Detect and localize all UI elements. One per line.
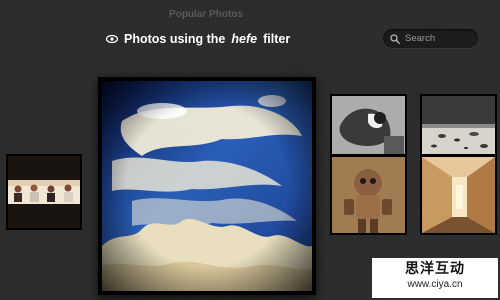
beach-rocks-photo[interactable] [420,94,497,156]
search-input[interactable] [405,33,475,44]
corridor-photo[interactable] [420,155,497,235]
robot-toy-photo[interactable] [330,155,407,235]
group-people-photo[interactable] [6,154,82,230]
watermark: 思洋互动 www.ciya.cn [372,258,498,298]
sky-clouds-photo[interactable] [98,77,316,295]
search-box[interactable] [383,29,478,48]
filter-name[interactable]: hefe [231,32,257,46]
watermark-url: www.ciya.cn [407,279,463,290]
filter-header: Photos using the hefe filter [106,30,290,48]
header-suffix: filter [263,32,291,46]
bw-figure-photo[interactable] [330,94,407,156]
header-prefix: Photos using the [124,32,226,46]
watermark-title: 思洋互动 [405,261,465,277]
eye-icon [106,34,118,44]
search-icon [390,33,400,44]
page-title: Popular Photos [169,9,243,20]
